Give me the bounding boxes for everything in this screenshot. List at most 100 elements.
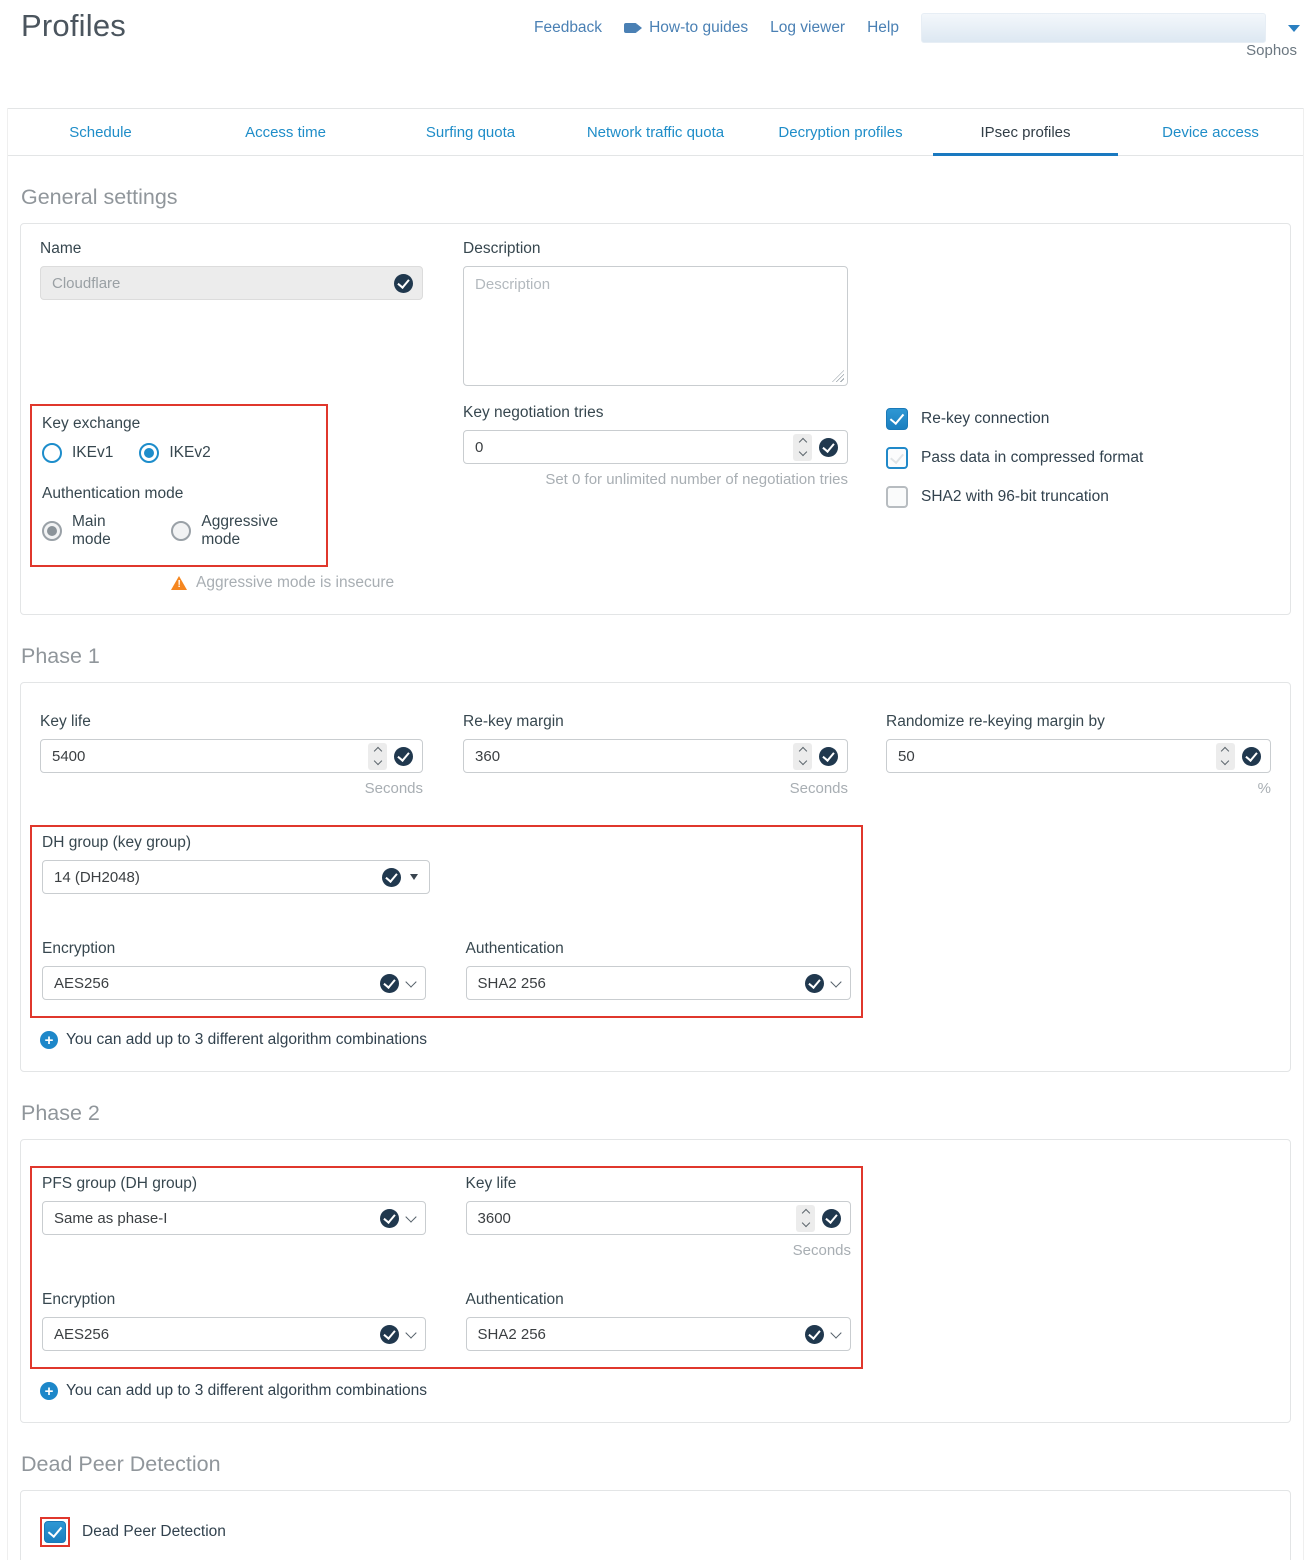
main-mode-label: Main mode [72,513,145,549]
randomize-margin-input[interactable]: 50 [886,739,1271,773]
phase2-key-life-input[interactable]: 3600 [466,1201,851,1235]
phase1-heading: Phase 1 [21,644,1303,669]
rekey-connection-label[interactable]: Re-key connection [921,410,1049,428]
page-title: Profiles [21,8,126,44]
phase1-authentication-select[interactable]: SHA2 256 [466,966,851,1000]
valid-check-icon [805,1325,824,1344]
chevron-down-icon [405,1327,416,1338]
valid-check-icon [380,1325,399,1344]
description-textarea[interactable]: Description [463,266,848,386]
stepper-icon[interactable] [793,434,812,461]
valid-check-icon [394,747,413,766]
pfs-group-select[interactable]: Same as phase-I [42,1201,426,1235]
tab-ipsec-profiles[interactable]: IPsec profiles [933,109,1118,155]
rekey-margin-input[interactable]: 360 [463,739,848,773]
valid-check-icon [394,274,413,293]
tab-access-time[interactable]: Access time [193,109,378,155]
valid-check-icon [822,1209,841,1228]
key-negotiation-help: Set 0 for unlimited number of negotiatio… [463,471,848,488]
phase1-combo-note: You can add up to 3 different algorithm … [66,1031,427,1049]
dpd-enable-label[interactable]: Dead Peer Detection [82,1523,226,1541]
user-menu-redacted[interactable] [921,13,1266,43]
phase2-combo-note: You can add up to 3 different algorithm … [66,1382,427,1400]
ikev1-radio[interactable] [42,443,62,463]
phase1-encryption-select[interactable]: AES256 [42,966,426,1000]
warning-icon [171,576,187,590]
compressed-format-label[interactable]: Pass data in compressed format [921,449,1143,467]
add-combination-icon[interactable]: + [40,1382,58,1400]
phase2-key-life-unit: Seconds [466,1242,851,1259]
user-menu-caret-icon[interactable] [1288,25,1300,32]
phase1-panel: Key life 5400 Seconds Re-key margin 360 [20,682,1291,1072]
stepper-icon[interactable] [793,743,812,770]
ikev2-radio[interactable] [139,443,159,463]
aggressive-warning-text: Aggressive mode is insecure [196,574,394,592]
dpd-heading: Dead Peer Detection [21,1452,1303,1477]
phase2-key-life-label: Key life [466,1175,851,1193]
phase2-algorithms-annotation-box: PFS group (DH group) Same as phase-I Key… [30,1166,863,1369]
valid-check-icon [380,1209,399,1228]
aggressive-mode-label: Aggressive mode [201,513,316,549]
dpd-panel: Dead Peer Detection Check peer after eve… [20,1490,1291,1560]
dpd-checkbox-annotation-box [40,1517,70,1547]
valid-check-icon [1242,747,1261,766]
brand-label: Sophos [1246,42,1297,59]
stepper-icon[interactable] [368,743,387,770]
phase2-heading: Phase 2 [21,1101,1303,1126]
description-label: Description [463,240,848,258]
name-label: Name [40,240,423,258]
valid-check-icon [805,974,824,993]
chevron-down-icon [405,1211,416,1222]
phase2-encryption-select[interactable]: AES256 [42,1317,426,1351]
auth-mode-label: Authentication mode [42,485,316,503]
sha2-truncation-label: SHA2 with 96-bit truncation [921,488,1109,506]
valid-check-icon [382,868,401,887]
add-combination-icon[interactable]: + [40,1031,58,1049]
phase2-encryption-label: Encryption [42,1291,426,1309]
description-placeholder: Description [475,276,550,293]
ikev1-label[interactable]: IKEv1 [72,444,113,462]
randomize-margin-label: Randomize re-keying margin by [886,713,1271,731]
phase1-authentication-label: Authentication [466,940,851,958]
phase1-key-life-input[interactable]: 5400 [40,739,423,773]
valid-check-icon [380,974,399,993]
log-viewer-link[interactable]: Log viewer [770,19,845,37]
dropdown-caret-icon [410,874,418,880]
help-link[interactable]: Help [867,19,899,37]
general-settings-heading: General settings [21,185,1303,210]
valid-check-icon [819,747,838,766]
key-negotiation-input[interactable]: 0 [463,430,848,464]
dh-group-label: DH group (key group) [42,834,851,852]
tab-device-access[interactable]: Device access [1118,109,1303,155]
dh-group-select[interactable]: 14 (DH2048) [42,860,430,894]
tab-surfing-quota[interactable]: Surfing quota [378,109,563,155]
aggressive-mode-radio [171,521,191,541]
rekey-margin-unit: Seconds [463,780,848,797]
compressed-format-checkbox[interactable] [886,447,908,469]
tab-bar: Schedule Access time Surfing quota Netwo… [8,108,1303,156]
stepper-icon[interactable] [1216,743,1235,770]
main-mode-radio [42,521,62,541]
valid-check-icon [819,438,838,457]
howto-guides-link[interactable]: How-to guides [624,19,748,37]
name-input: Cloudflare [40,266,423,300]
key-exchange-annotation-box: Key exchange IKEv1 IKEv2 Authentication … [30,404,328,567]
resize-handle-icon[interactable] [832,370,844,382]
rekey-connection-checkbox[interactable] [886,408,908,430]
randomize-margin-unit: % [886,780,1271,797]
tab-network-traffic-quota[interactable]: Network traffic quota [563,109,748,155]
content-frame: Schedule Access time Surfing quota Netwo… [7,108,1304,1560]
general-settings-panel: Name Cloudflare Description Description … [20,223,1291,615]
tab-decryption-profiles[interactable]: Decryption profiles [748,109,933,155]
dpd-enable-checkbox[interactable] [44,1521,66,1543]
tab-schedule[interactable]: Schedule [8,109,193,155]
rekey-margin-label: Re-key margin [463,713,848,731]
ikev2-label[interactable]: IKEv2 [169,444,210,462]
feedback-link[interactable]: Feedback [534,19,602,37]
stepper-icon[interactable] [796,1205,815,1232]
video-camera-icon [624,23,637,33]
phase2-panel: PFS group (DH group) Same as phase-I Key… [20,1139,1291,1423]
phase2-authentication-select[interactable]: SHA2 256 [466,1317,851,1351]
chevron-down-icon [830,976,841,987]
phase1-key-life-unit: Seconds [40,780,423,797]
